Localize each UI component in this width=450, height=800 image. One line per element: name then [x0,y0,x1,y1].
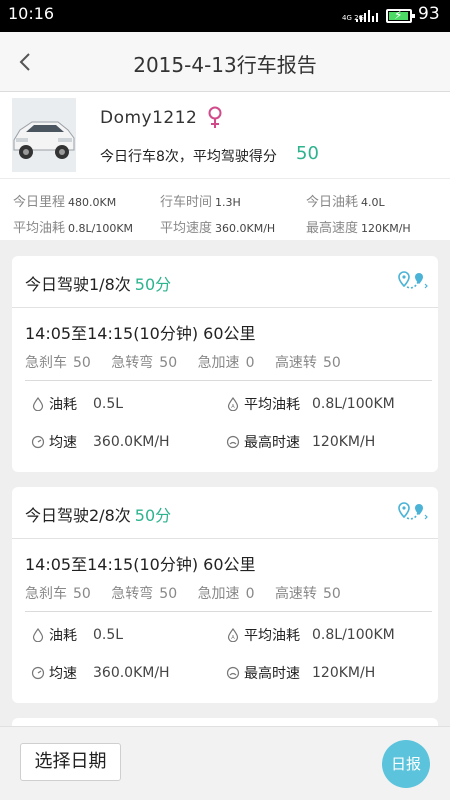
svg-text:A: A [231,635,235,641]
divider [25,611,432,612]
event-high-rpm: 高速转 50 [274,586,341,602]
metric-avg-fuel: A 平均油耗 0.8L/100KM [226,394,395,414]
speedometer-icon [31,435,45,449]
trip-time-range: 14:05至14:15(10分钟) 60公里 [25,555,256,574]
stat-max-speed: 最高速度 120KM/H [306,221,411,236]
bottom-bar: 选择日期 日报 [0,726,450,800]
network-label: 4G 2G [342,14,364,22]
signal-bars-icon [368,8,378,22]
stat-avg-fuel: 平均油耗 0.8L/100KM [13,221,134,236]
fuel-drop-icon [32,628,44,642]
trip-card-header: 今日驾驶1/8次 50分 [12,256,438,308]
svg-text:A: A [231,404,235,410]
select-date-button[interactable]: 选择日期 [20,743,121,781]
trip-card-header: 今日驾驶2/8次 50分 [12,487,438,539]
status-time: 10:16 [8,4,55,23]
avg-fuel-drop-icon: A [227,628,239,642]
event-sharp-turn: 急转弯 50 [111,586,178,602]
female-icon [208,106,222,128]
trip-title: 今日驾驶2/8次 50分 [25,506,172,525]
today-summary: 今日行车8次，平均驾驶得分 [100,149,277,165]
stat-fuel: 今日油耗 4.0L [306,195,385,210]
header: 2015-4-13行车报告 [0,32,450,92]
daily-report-button[interactable]: 日报 [382,740,430,788]
username: Domy1212 [100,108,198,128]
fuel-drop-icon [32,397,44,411]
trip-card[interactable]: 今日驾驶2/8次 50分 14:05至14:15(10分钟) 60公里 急刹车 50… [12,487,438,703]
trip-card[interactable]: 今日驾驶1/8次 50分 14:05至14:15(10分钟) 60公里 急刹车 50… [12,256,438,472]
stat-drive-time: 行车时间 1.3H [160,195,241,210]
event-rapid-accel: 急加速 0 [197,355,255,371]
metric-fuel: 油耗 0.5L [31,625,123,645]
trip-score: 50分 [134,506,172,525]
today-score: 50 [296,143,319,164]
stat-mileage: 今日里程 480.0KM [13,195,117,210]
metric-avg-speed: 均速 360.0KM/H [31,663,170,683]
metric-avg-speed: 均速 360.0KM/H [31,432,170,452]
map-route-icon[interactable] [396,270,428,292]
charging-icon: ⚡ [394,8,403,22]
trip-time-range: 14:05至14:15(10分钟) 60公里 [25,324,256,343]
event-hard-brake: 急刹车 50 [25,586,91,602]
map-route-icon[interactable] [396,501,428,523]
event-rapid-accel: 急加速 0 [197,586,255,602]
metric-max-speed: 最高时速 120KM/H [226,432,375,452]
avg-fuel-drop-icon: A [227,397,239,411]
event-hard-brake: 急刹车 50 [25,355,91,371]
page-title: 2015-4-13行车报告 [133,53,317,77]
trip-events: 急刹车 50 急转弯 50 急加速 0 高速转 50 [25,352,357,372]
battery-percent: 93 [418,4,440,24]
metric-fuel: 油耗 0.5L [31,394,123,414]
max-speed-icon [226,666,240,680]
event-high-rpm: 高速转 50 [274,355,341,371]
status-bar: 10:16 4G 2G ⚡ 93 [0,0,450,32]
divider [25,380,432,381]
trip-score: 50分 [134,275,172,294]
metric-avg-fuel: A 平均油耗 0.8L/100KM [226,625,395,645]
stat-avg-speed: 平均速度 360.0KM/H [160,221,276,236]
battery-icon: ⚡ [386,8,415,23]
max-speed-icon [226,435,240,449]
profile-section: Domy1212 今日行车8次，平均驾驶得分 50 [0,92,450,178]
event-sharp-turn: 急转弯 50 [111,355,178,371]
metric-max-speed: 最高时速 120KM/H [226,663,375,683]
daily-stats: 今日里程 480.0KM 行车时间 1.3H 今日油耗 4.0L 平均油耗 0.8L/1… [0,178,450,240]
car-photo [12,98,76,172]
trip-events: 急刹车 50 急转弯 50 急加速 0 高速转 50 [25,583,357,603]
speedometer-icon [31,666,45,680]
trip-title: 今日驾驶1/8次 50分 [25,275,172,294]
